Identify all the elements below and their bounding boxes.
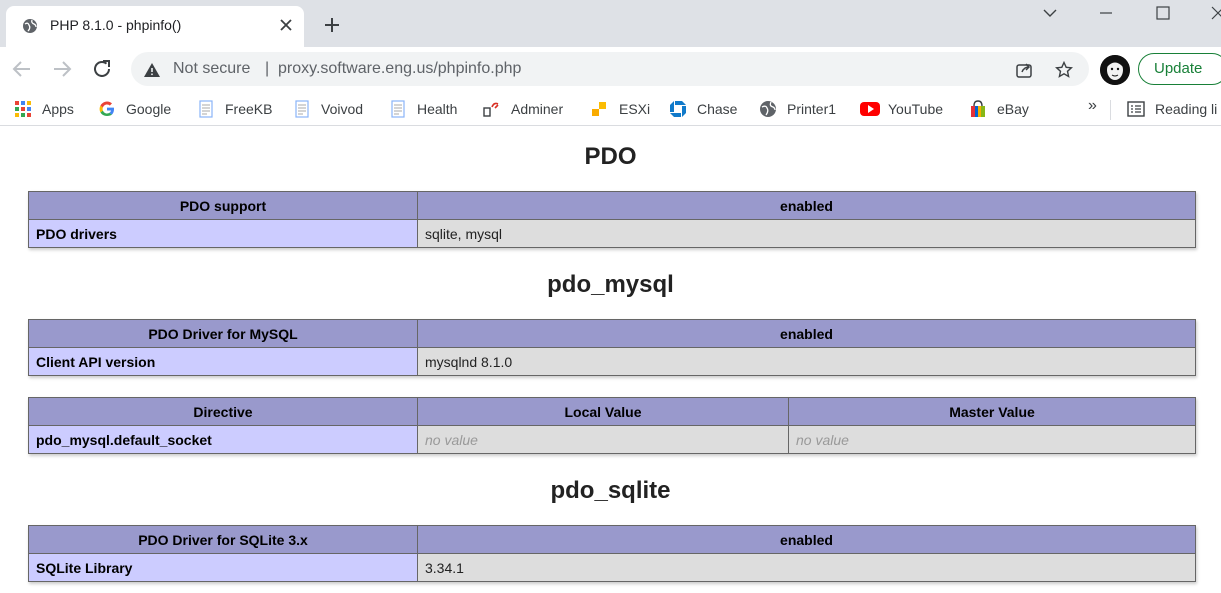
tab-search-button[interactable] bbox=[1027, 0, 1073, 30]
bookmark-label: Google bbox=[126, 101, 172, 117]
new-tab-icon[interactable] bbox=[322, 15, 342, 35]
table-header-cell: PDO Driver for SQLite 3.x bbox=[28, 525, 418, 554]
pdo-sqlite-table: PDO Driver for SQLite 3.x enabled SQLite… bbox=[28, 525, 1196, 582]
more-bookmarks-chevron[interactable]: » bbox=[1088, 97, 1097, 115]
table-header-row: PDO Driver for SQLite 3.x enabled bbox=[28, 525, 1196, 554]
bookmark-label: eBay bbox=[997, 101, 1029, 117]
maximize-icon bbox=[1156, 6, 1170, 20]
chevron-down-icon bbox=[1043, 9, 1057, 17]
table-header-cell: PDO Driver for MySQL bbox=[28, 319, 418, 348]
table-header-cell: PDO support bbox=[28, 191, 418, 220]
adminer-icon bbox=[483, 102, 499, 117]
table-value-cell: no value bbox=[417, 425, 789, 454]
chase-icon bbox=[670, 101, 686, 117]
table-header-cell: enabled bbox=[417, 525, 1196, 554]
close-icon bbox=[1211, 6, 1221, 20]
table-row: PDO drivers sqlite, mysql bbox=[28, 219, 1196, 248]
table-key-cell: Client API version bbox=[28, 347, 418, 376]
section-title-pdo-sqlite: pdo_sqlite bbox=[550, 477, 671, 504]
table-value-cell: 3.34.1 bbox=[417, 553, 1196, 582]
tab-strip: PHP 8.1.0 - phpinfo() bbox=[0, 0, 1221, 47]
youtube-icon bbox=[860, 102, 880, 116]
table-value-cell: mysqlnd 8.1.0 bbox=[417, 347, 1196, 376]
url-text[interactable]: proxy.software.eng.us/phpinfo.php bbox=[278, 60, 521, 78]
table-header-cell: Master Value bbox=[788, 397, 1196, 426]
bookmark-label: ESXi bbox=[619, 101, 651, 117]
table-key-cell: pdo_mysql.default_socket bbox=[28, 425, 418, 454]
section-title-pdo-mysql: pdo_mysql bbox=[547, 271, 674, 298]
table-value-cell: no value bbox=[788, 425, 1196, 454]
close-tab-icon[interactable] bbox=[277, 16, 295, 34]
browser-toolbar: Not secure | proxy.software.eng.us/phpin… bbox=[0, 47, 1221, 92]
profile-avatar-icon bbox=[1100, 55, 1130, 85]
table-row: SQLite Library 3.34.1 bbox=[28, 553, 1196, 582]
ebay-icon bbox=[971, 100, 985, 117]
minimize-button[interactable] bbox=[1083, 0, 1129, 30]
bookmarks-divider bbox=[1110, 100, 1111, 120]
bookmark-label: FreeKB bbox=[225, 101, 273, 117]
bookmark-label: Apps bbox=[42, 101, 74, 117]
globe-icon bbox=[23, 19, 37, 33]
close-window-button[interactable] bbox=[1196, 0, 1221, 30]
bookmark-label: Printer1 bbox=[787, 101, 837, 117]
profile-avatar[interactable] bbox=[1100, 55, 1130, 85]
back-arrow-icon[interactable] bbox=[10, 57, 34, 81]
security-status[interactable]: Not secure bbox=[173, 60, 250, 78]
reading-list-label: Reading li bbox=[1155, 101, 1218, 117]
page-icon bbox=[295, 100, 309, 118]
bookmark-label: Health bbox=[417, 101, 458, 117]
table-row: pdo_mysql.default_socket no value no val… bbox=[28, 425, 1196, 454]
table-header-cell: Directive bbox=[28, 397, 418, 426]
bookmark-label: Chase bbox=[697, 101, 738, 117]
reload-icon[interactable] bbox=[90, 57, 114, 81]
star-icon[interactable] bbox=[1055, 61, 1073, 79]
globe-icon bbox=[760, 101, 776, 117]
page-icon bbox=[199, 100, 213, 118]
tab-title: PHP 8.1.0 - phpinfo() bbox=[50, 17, 182, 33]
table-row: Client API version mysqlnd 8.1.0 bbox=[28, 347, 1196, 376]
table-header-row: PDO Driver for MySQL enabled bbox=[28, 319, 1196, 348]
pdo-mysql-table: PDO Driver for MySQL enabled Client API … bbox=[28, 319, 1196, 376]
bookmark-label: Adminer bbox=[511, 101, 564, 117]
pdo-mysql-directive-table: Directive Local Value Master Value pdo_m… bbox=[28, 397, 1196, 454]
bookmark-label: Voivod bbox=[321, 101, 364, 117]
table-key-cell: PDO drivers bbox=[28, 219, 418, 248]
table-header-cell: Local Value bbox=[417, 397, 789, 426]
share-icon[interactable] bbox=[1015, 61, 1033, 79]
section-title-pdo: PDO bbox=[584, 143, 637, 170]
warning-icon[interactable] bbox=[143, 61, 161, 79]
esxi-icon bbox=[592, 102, 606, 116]
table-header-cell: enabled bbox=[417, 191, 1196, 220]
google-icon bbox=[99, 101, 114, 116]
omnibox-separator: | bbox=[265, 60, 270, 77]
table-value-cell: sqlite, mysql bbox=[417, 219, 1196, 248]
page-content: PDO PDO support enabled PDO drivers sqli… bbox=[0, 127, 1221, 593]
forward-arrow-icon[interactable] bbox=[50, 57, 74, 81]
update-button[interactable]: Update bbox=[1138, 53, 1221, 85]
address-bar[interactable]: Not secure | proxy.software.eng.us/phpin… bbox=[131, 52, 1089, 86]
apps-grid-icon bbox=[15, 101, 31, 117]
reading-list-icon bbox=[1127, 101, 1145, 117]
page-icon bbox=[391, 100, 405, 118]
table-key-cell: SQLite Library bbox=[28, 553, 418, 582]
bookmark-label: YouTube bbox=[888, 101, 944, 117]
table-header-row: PDO support enabled bbox=[28, 191, 1196, 220]
table-header-cell: enabled bbox=[417, 319, 1196, 348]
maximize-button[interactable] bbox=[1140, 0, 1186, 30]
browser-tab[interactable]: PHP 8.1.0 - phpinfo() bbox=[6, 6, 304, 47]
bookmarks-bar: Apps Google FreeKB Voivod Health Adminer… bbox=[0, 92, 1221, 126]
table-header-row: Directive Local Value Master Value bbox=[28, 397, 1196, 426]
pdo-table: PDO support enabled PDO drivers sqlite, … bbox=[28, 191, 1196, 248]
minimize-icon bbox=[1100, 12, 1112, 14]
